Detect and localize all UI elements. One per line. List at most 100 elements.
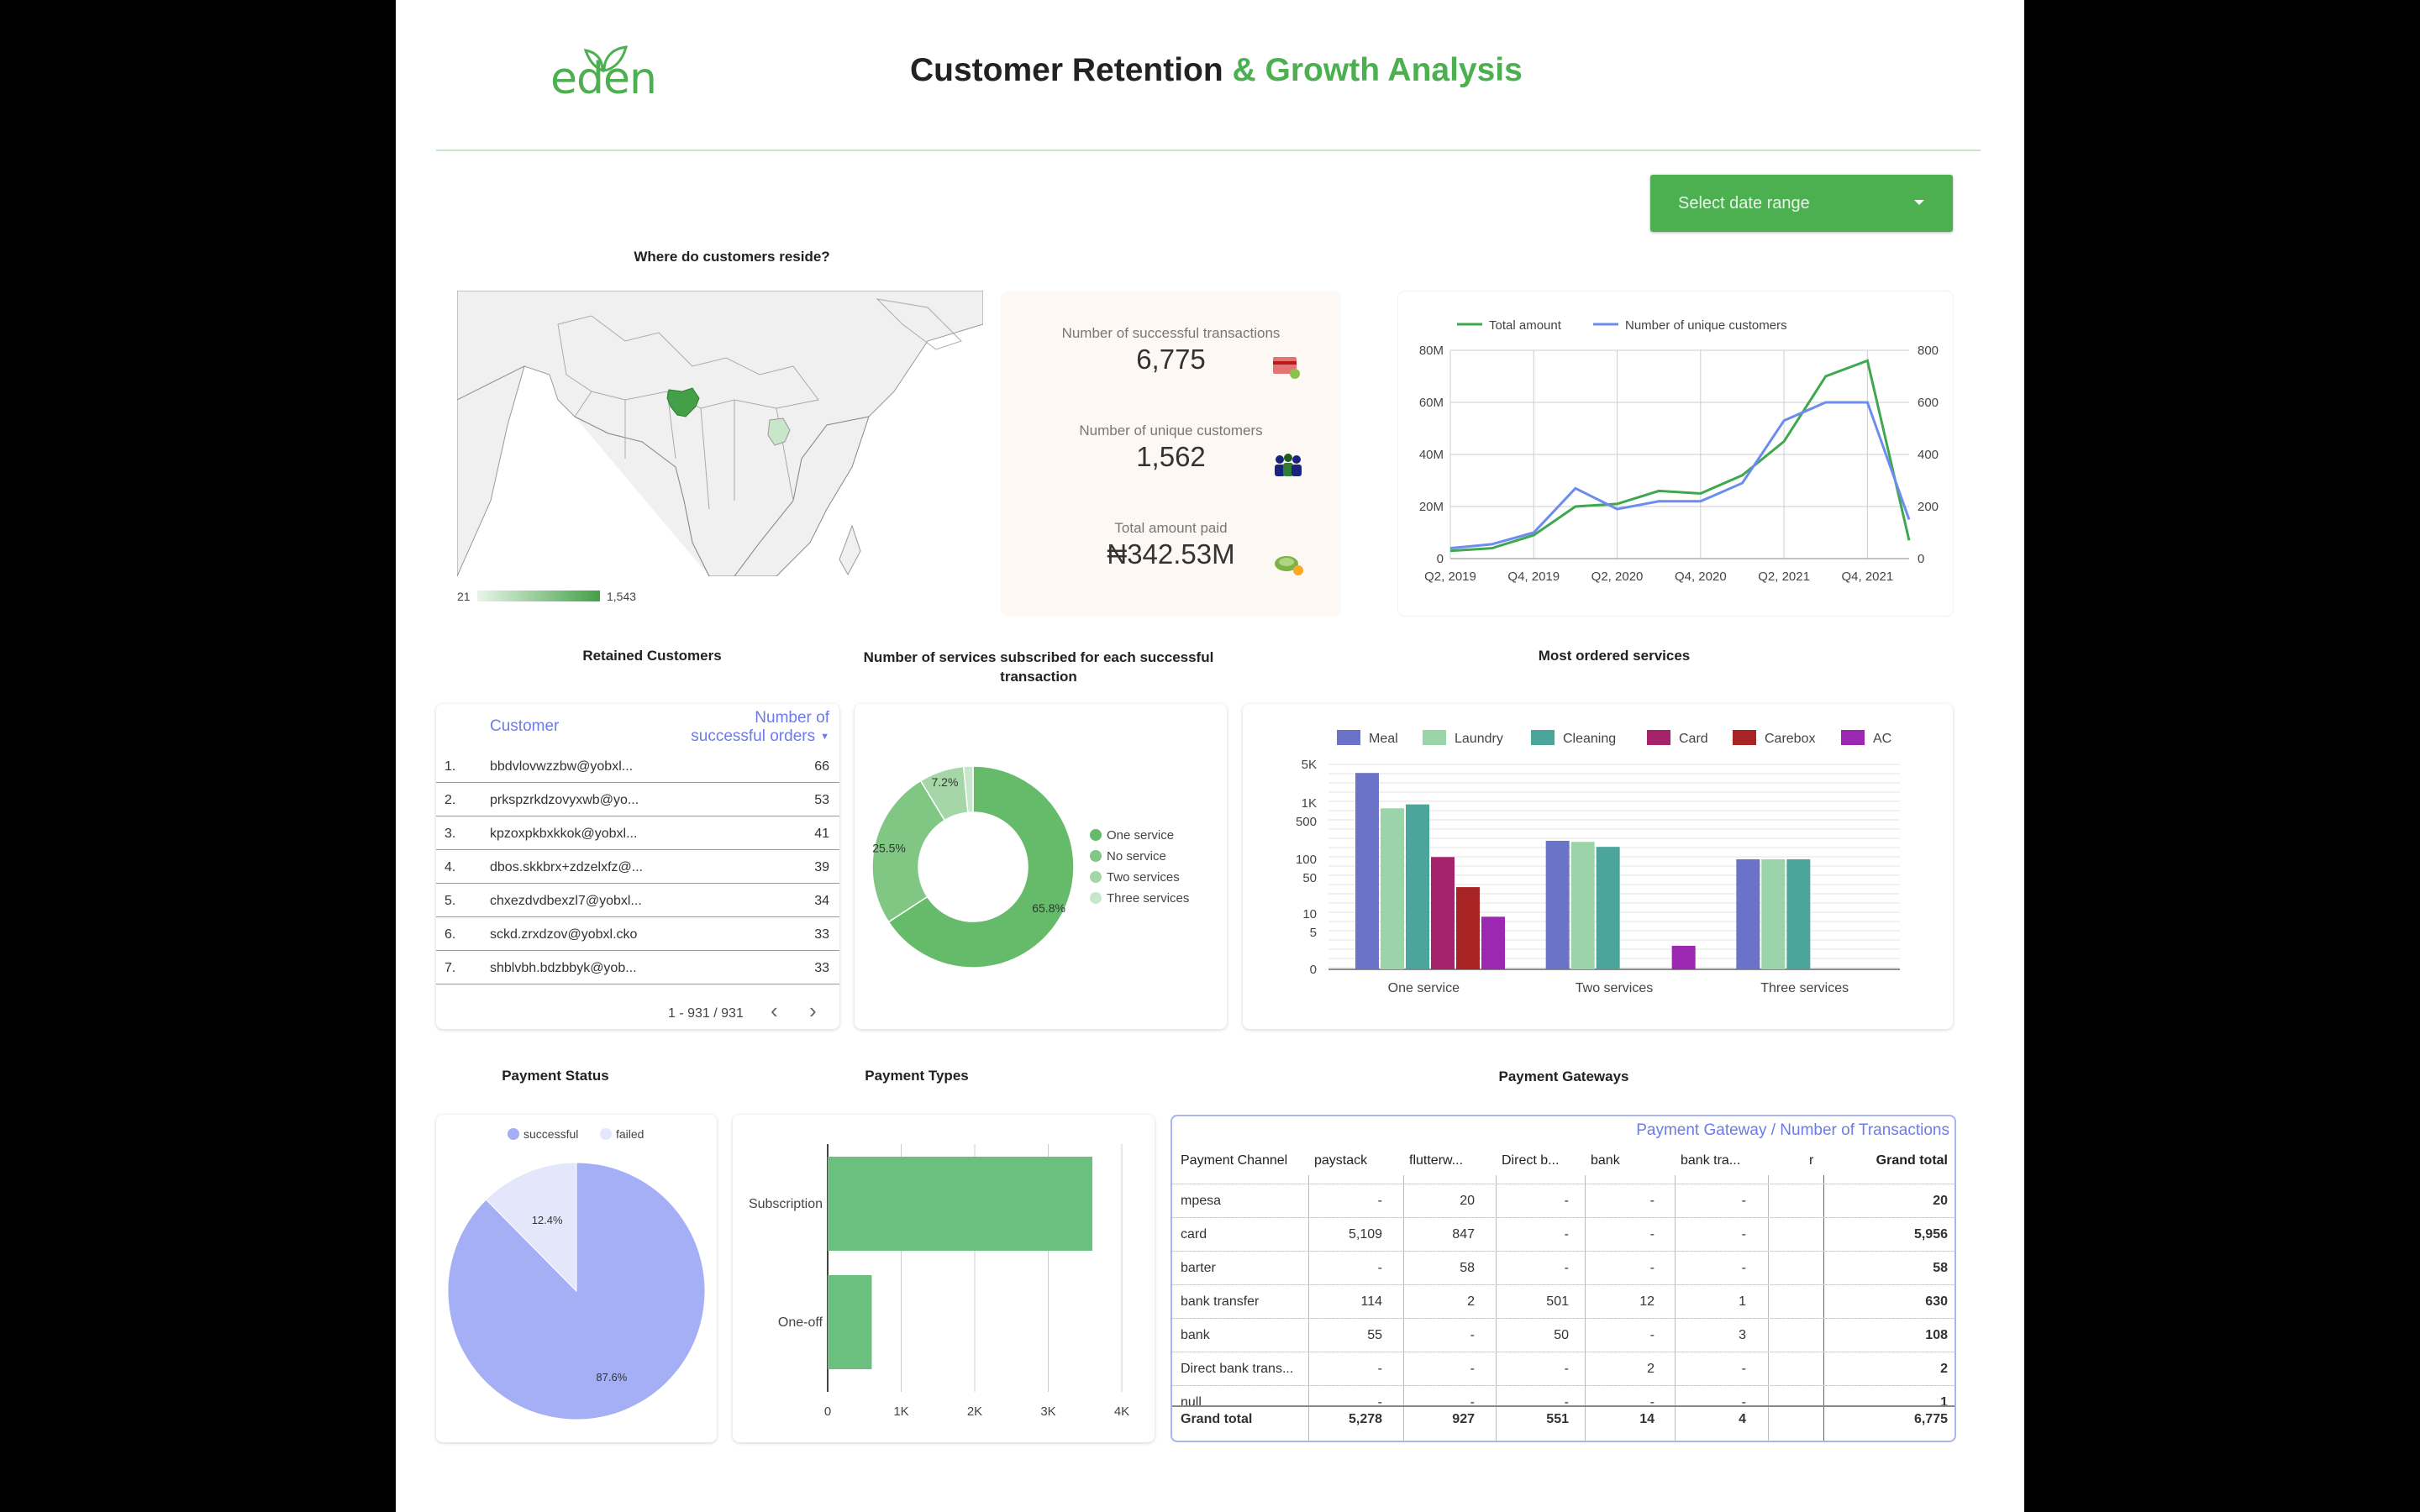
row-channel: Direct bank trans... — [1181, 1362, 1294, 1376]
y-right-tick: 600 — [1918, 396, 1939, 410]
series-line[interactable] — [1449, 401, 1911, 550]
table-cell: 1 — [1739, 1294, 1746, 1309]
title-part-2: & Growth Analysis — [1223, 52, 1523, 88]
table-row[interactable]: 1. bbdvlovwzzbw@yobxl... 66 — [436, 749, 839, 783]
row-channel: null — [1181, 1395, 1202, 1410]
table-cell: - — [1741, 1194, 1746, 1208]
date-range-dropdown[interactable]: Select date range — [1650, 175, 1953, 232]
row-divider — [1172, 1318, 1954, 1319]
row-customer: kpzoxpkbxkkok@yobxl... — [490, 827, 638, 841]
series-line[interactable] — [1449, 359, 1911, 553]
y-category: Subscription — [749, 1197, 823, 1211]
x-tick: 2K — [967, 1404, 982, 1419]
grand-total-cell: 14 — [1639, 1412, 1655, 1426]
table-row[interactable]: 3. kpzoxpkbxkkok@yobxl... 41 — [436, 816, 839, 850]
x-tick: Three services — [1760, 981, 1849, 995]
legend-dot — [1090, 892, 1102, 904]
customer-map[interactable] — [457, 291, 983, 576]
table-cell: - — [1649, 1395, 1655, 1410]
table-column-header: Payment Channel — [1181, 1153, 1288, 1168]
y-tick: 50 — [1302, 871, 1317, 885]
y-tick: 0 — [1310, 963, 1317, 977]
table-cell: 20 — [1933, 1194, 1948, 1208]
legend-item: Two services — [1107, 870, 1180, 885]
services-donut-chart[interactable]: 65.8% 25.5% 7.2% One service No service Two s… — [855, 704, 1227, 1029]
legend-item: AC — [1873, 732, 1891, 746]
column-divider — [1585, 1175, 1586, 1441]
kpi-amount-label: Total amount paid — [1114, 520, 1228, 536]
bar[interactable] — [1671, 945, 1696, 969]
column-divider — [1823, 1175, 1824, 1441]
most-ordered-title: Most ordered services — [1538, 648, 1691, 664]
grand-total-cell: 5,278 — [1349, 1412, 1383, 1426]
table-row[interactable]: 2. prkspzrkdzovyxwb@yo... 53 — [436, 783, 839, 816]
y-left-tick: 0 — [1437, 552, 1444, 566]
map-title: Where do customers reside? — [634, 249, 830, 265]
bar[interactable] — [1736, 859, 1760, 969]
col-header-customer[interactable]: Customer — [490, 717, 559, 736]
table-cell: 5,109 — [1349, 1227, 1383, 1242]
x-tick: Q4, 2020 — [1675, 570, 1727, 584]
grand-total-label: Grand total — [1181, 1412, 1253, 1426]
legend-item: Number of unique customers — [1625, 318, 1787, 333]
payment-types-title: Payment Types — [865, 1068, 969, 1084]
legend-swatch — [1841, 730, 1865, 745]
table-row[interactable]: 7. shblvbh.bdzbbyk@yob... 33 — [436, 951, 839, 984]
row-divider — [1172, 1385, 1954, 1386]
bar[interactable] — [1431, 857, 1455, 969]
table-cell: 501 — [1546, 1294, 1569, 1309]
legend-item: Laundry — [1455, 732, 1503, 746]
legend-swatch — [1647, 730, 1670, 745]
bar[interactable] — [1596, 847, 1620, 969]
y-tick: 500 — [1296, 815, 1317, 829]
eden-logo: eden — [550, 42, 657, 106]
table-cell: 114 — [1360, 1294, 1382, 1309]
table-cell: 630 — [1925, 1294, 1948, 1309]
bar[interactable] — [1456, 887, 1480, 969]
table-cell: 58 — [1460, 1261, 1475, 1275]
money-icon — [1275, 556, 1303, 575]
bar[interactable] — [1355, 773, 1379, 969]
payment-status-card: successful failed 87.6% 12.4% — [436, 1115, 717, 1442]
bar[interactable] — [1786, 859, 1811, 969]
row-orders: 33 — [814, 961, 829, 975]
table-row[interactable]: 5. chxezdvdbexzl7@yobxl... 34 — [436, 884, 839, 917]
payment-gateways-table: Payment Gateway / Number of Transactions… — [1171, 1115, 1956, 1442]
x-tick: Q4, 2019 — [1507, 570, 1560, 584]
col-header-orders[interactable]: Number of successful orders ▼ — [691, 709, 829, 746]
legend-item: Cleaning — [1563, 732, 1616, 746]
y-left-tick: 20M — [1419, 500, 1444, 514]
bar[interactable] — [1481, 916, 1505, 969]
prev-page-icon[interactable]: ‹ — [771, 998, 778, 1024]
row-customer: dbos.skkbrx+zdzelxfz@... — [490, 860, 644, 874]
table-column-header: Grand total — [1876, 1153, 1948, 1168]
table-cell: - — [1377, 1362, 1382, 1376]
next-page-icon[interactable]: › — [809, 998, 817, 1024]
table-cell: 108 — [1925, 1328, 1948, 1342]
table-row[interactable]: 4. dbos.skkbrx+zdzelxfz@... 39 — [436, 850, 839, 884]
bar[interactable] — [828, 1275, 872, 1369]
y-right-tick: 200 — [1918, 500, 1939, 514]
bar[interactable] — [1570, 842, 1595, 969]
line-chart[interactable]: Total amount Number of unique customers 0 0… — [1398, 291, 1953, 616]
header-divider — [436, 150, 1981, 151]
bar[interactable] — [828, 1157, 1092, 1251]
bar[interactable] — [1761, 859, 1786, 969]
payment-status-pie[interactable]: successful failed 87.6% 12.4% — [436, 1115, 717, 1442]
bar[interactable] — [1381, 808, 1404, 969]
legend-item: Card — [1679, 732, 1708, 746]
x-tick: 4K — [1114, 1404, 1129, 1419]
most-ordered-bar-chart[interactable]: 0 5 10 50 100 500 1K 5K Meal Laundry Cleaning Card C… — [1243, 704, 1953, 1029]
legend-swatch — [1531, 730, 1555, 745]
bar[interactable] — [1545, 840, 1570, 969]
payment-types-bar-chart[interactable]: 0 1K 2K 3K 4K Subscription One-off — [733, 1115, 1155, 1442]
table-row[interactable]: 6. sckd.zrxdzov@yobxl.cko 33 — [436, 917, 839, 951]
most-ordered-card: 0 5 10 50 100 500 1K 5K Meal Laundry Cleaning Card C… — [1243, 704, 1953, 1029]
slice-label: 87.6% — [596, 1371, 627, 1383]
row-orders: 41 — [814, 827, 829, 841]
legend-dot — [1090, 850, 1102, 862]
table-cell: 58 — [1933, 1261, 1948, 1275]
bar[interactable] — [1406, 804, 1429, 969]
table-cell: 1 — [1940, 1395, 1948, 1410]
map-legend-gradient — [477, 591, 600, 601]
